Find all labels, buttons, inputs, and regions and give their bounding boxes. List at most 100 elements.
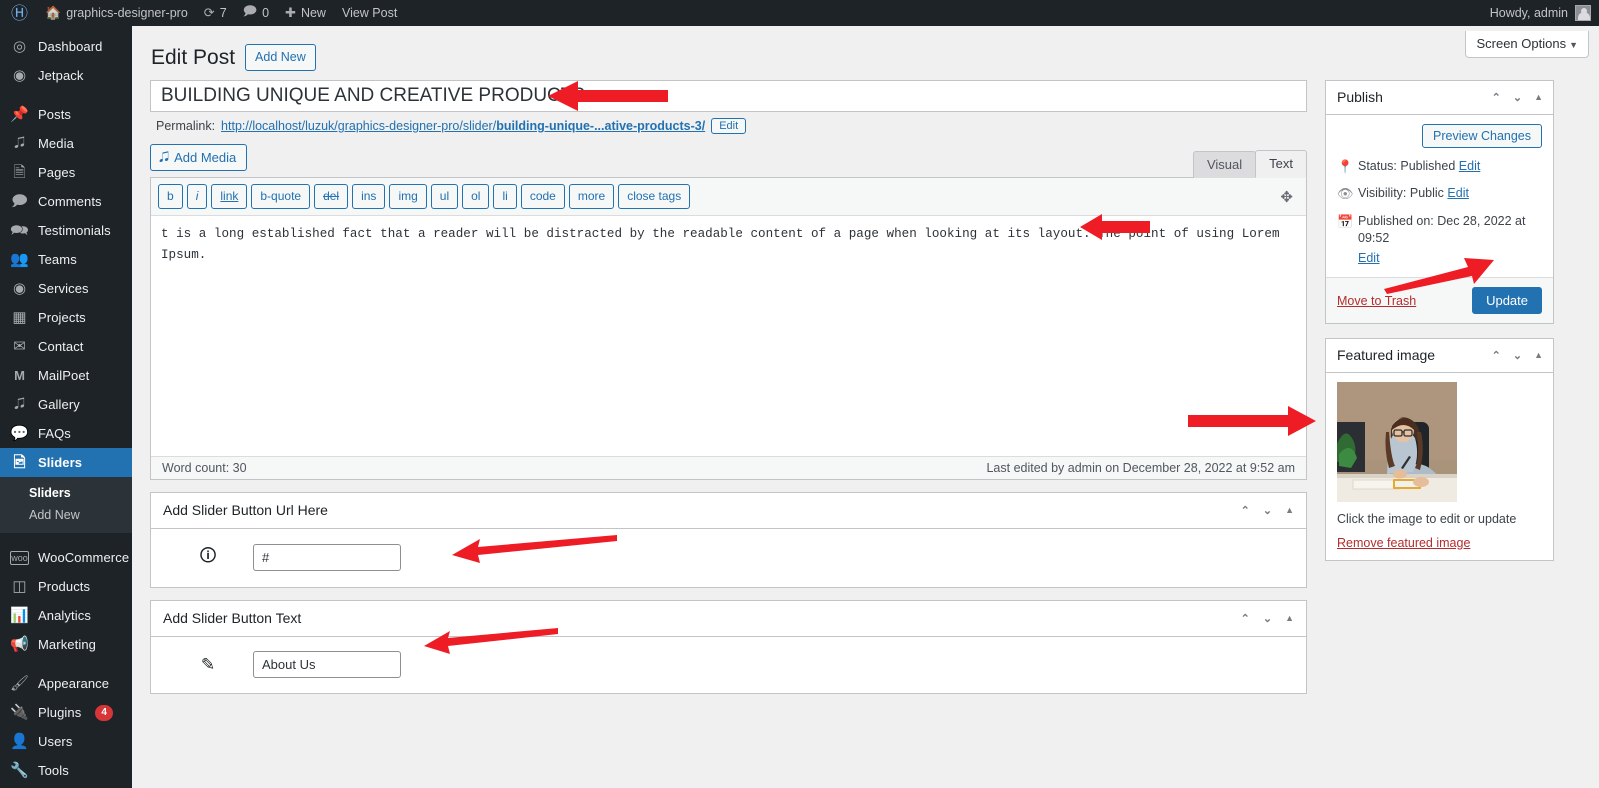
toggle-panel-icon[interactable]: ▲ bbox=[1285, 505, 1294, 515]
admin-bar-right: Howdy, admin bbox=[1482, 0, 1599, 26]
sidebar-item-tools[interactable]: 🔧 Tools bbox=[0, 756, 132, 785]
qtag-ins[interactable]: ins bbox=[352, 184, 386, 210]
sidebar-item-sliders[interactable]: 🖻 Sliders bbox=[0, 448, 132, 477]
move-down-icon[interactable]: ⌄ bbox=[1263, 504, 1272, 517]
sidebar-item-analytics[interactable]: 📊 Analytics bbox=[0, 601, 132, 630]
tab-text[interactable]: Text bbox=[1255, 150, 1307, 179]
move-down-icon[interactable]: ⌄ bbox=[1513, 349, 1522, 362]
permalink-link[interactable]: http://localhost/luzuk/graphics-designer… bbox=[221, 119, 705, 133]
edit-permalink-button[interactable]: Edit bbox=[711, 118, 747, 135]
toggle-panel-icon[interactable]: ▲ bbox=[1534, 350, 1543, 360]
sidebar-item-label: Plugins bbox=[38, 705, 82, 720]
visibility-line: 👁 Visibility: Public Edit bbox=[1337, 185, 1542, 203]
sidebar-item-woocommerce[interactable]: woo WooCommerce bbox=[0, 543, 132, 572]
post-title-input[interactable] bbox=[151, 81, 1306, 112]
qtag-li[interactable]: li bbox=[493, 184, 517, 210]
qtag-b-quote[interactable]: b-quote bbox=[251, 184, 311, 210]
teams-icon: 👥 bbox=[10, 251, 29, 268]
sidebar-item-label: Testimonials bbox=[38, 223, 111, 238]
update-button[interactable]: Update bbox=[1472, 287, 1542, 315]
qtag-img[interactable]: img bbox=[389, 184, 427, 210]
add-media-button[interactable]: 🎜 Add Media bbox=[150, 144, 248, 172]
published-on-label: Published on: Dec 28, 2022 at 09:52 bbox=[1358, 213, 1526, 246]
move-up-icon[interactable]: ⌃ bbox=[1241, 504, 1250, 517]
metabox-body: 🛈 bbox=[151, 529, 1306, 587]
move-to-trash-link[interactable]: Move to Trash bbox=[1337, 294, 1416, 308]
sidebar-item-testimonials[interactable]: 🗪 Testimonials bbox=[0, 216, 132, 245]
permalink-prefix: http://localhost/luzuk/graphics-designer… bbox=[221, 119, 497, 134]
comments-count: 0 bbox=[262, 6, 270, 20]
edit-visibility-link[interactable]: Edit bbox=[1447, 186, 1469, 200]
media-icon: 🎜 bbox=[14, 135, 25, 152]
sidebar-item-label: Gallery bbox=[38, 397, 80, 412]
sidebar-item-posts[interactable]: 📌 Posts bbox=[0, 100, 132, 129]
preview-changes-button[interactable]: Preview Changes bbox=[1422, 124, 1542, 149]
pencil-icon: ✎ bbox=[200, 654, 216, 674]
sidebar-item-jetpack[interactable]: ◉ Jetpack bbox=[0, 61, 132, 90]
sidebar-item-dashboard[interactable]: ◎ Dashboard bbox=[0, 32, 132, 61]
qtag-link[interactable]: link bbox=[211, 184, 248, 210]
menu-separator bbox=[0, 90, 132, 100]
submenu-item-add-new[interactable]: Add New bbox=[0, 504, 132, 526]
submenu-item-sliders[interactable]: Sliders bbox=[0, 482, 132, 504]
move-up-icon[interactable]: ⌃ bbox=[1492, 349, 1501, 362]
sidebar-item-media[interactable]: 🎜 Media bbox=[0, 129, 132, 158]
post-content-textarea[interactable]: t is a long established fact that a read… bbox=[151, 216, 1306, 454]
add-media-label: Add Media bbox=[174, 150, 237, 166]
qtag-b[interactable]: b bbox=[158, 184, 183, 210]
remove-featured-image-link[interactable]: Remove featured image bbox=[1337, 536, 1470, 550]
my-account-link[interactable]: Howdy, admin bbox=[1482, 0, 1568, 26]
publish-box-footer: Move to Trash Update bbox=[1326, 277, 1553, 324]
sidebar-item-label: Posts bbox=[38, 107, 72, 122]
eye-icon: 👁 bbox=[1337, 186, 1354, 202]
add-new-button[interactable]: Add New bbox=[245, 44, 316, 72]
sidebar-item-contact[interactable]: ✉ Contact bbox=[0, 332, 132, 361]
sidebar-item-faqs[interactable]: 💬 FAQs bbox=[0, 419, 132, 448]
sidebar-item-pages[interactable]: 🗎 Pages bbox=[0, 158, 132, 187]
new-content-link[interactable]: ✚ New bbox=[277, 0, 334, 26]
sidebar-item-plugins[interactable]: 🔌 Plugins 4 bbox=[0, 698, 132, 727]
move-up-icon[interactable]: ⌃ bbox=[1241, 612, 1250, 625]
site-name-link[interactable]: 🏠 graphics-designer-pro bbox=[37, 0, 196, 26]
sidebar-item-projects[interactable]: ▦ Projects bbox=[0, 303, 132, 332]
screen-options-toggle[interactable]: Screen Options ▼ bbox=[1465, 31, 1589, 58]
sidebar-item-teams[interactable]: 👥 Teams bbox=[0, 245, 132, 274]
sidebar-item-gallery[interactable]: 🎜 Gallery bbox=[0, 390, 132, 419]
sidebar-item-users[interactable]: 👤 Users bbox=[0, 727, 132, 756]
edit-published-date-link[interactable]: Edit bbox=[1358, 250, 1380, 268]
sidebar-item-marketing[interactable]: 📢 Marketing bbox=[0, 630, 132, 659]
tab-visual[interactable]: Visual bbox=[1192, 151, 1257, 179]
sidebar-item-label: Jetpack bbox=[38, 68, 84, 83]
sidebar-item-mailpoet[interactable]: M MailPoet bbox=[0, 361, 132, 390]
move-down-icon[interactable]: ⌄ bbox=[1263, 612, 1272, 625]
sidebar-item-comments[interactable]: 🗩 Comments bbox=[0, 187, 132, 216]
qtag-i[interactable]: i bbox=[186, 184, 208, 210]
qtag-close-tags[interactable]: close tags bbox=[618, 184, 691, 210]
wordpress-logo-icon[interactable]: Ⓗ bbox=[0, 0, 37, 26]
qtag-code[interactable]: code bbox=[520, 184, 565, 210]
slider-button-url-input[interactable] bbox=[253, 544, 401, 572]
status-line: 📍 Status: Published Edit bbox=[1337, 158, 1542, 176]
qtag-ul[interactable]: ul bbox=[430, 184, 459, 210]
view-post-link[interactable]: View Post bbox=[334, 0, 405, 26]
qtag-ol[interactable]: ol bbox=[462, 184, 490, 210]
updates-refresh-icon: ⟳ bbox=[203, 5, 215, 20]
sidebar-item-services[interactable]: ◉ Services bbox=[0, 274, 132, 303]
sidebar-item-appearance[interactable]: 🖌 Appearance bbox=[0, 669, 132, 698]
updates-link[interactable]: ⟳ 7 bbox=[196, 0, 235, 26]
featured-image-title: Featured image bbox=[1337, 347, 1436, 364]
qtag-more[interactable]: more bbox=[568, 184, 615, 210]
qtag-del[interactable]: del bbox=[314, 184, 349, 210]
move-down-icon[interactable]: ⌄ bbox=[1513, 91, 1522, 104]
toggle-panel-icon[interactable]: ▲ bbox=[1285, 613, 1294, 623]
featured-image-thumbnail[interactable] bbox=[1337, 382, 1457, 503]
toggle-panel-icon[interactable]: ▲ bbox=[1534, 92, 1543, 102]
move-up-icon[interactable]: ⌃ bbox=[1492, 91, 1501, 104]
slider-button-text-input[interactable] bbox=[253, 651, 401, 679]
sidebar-item-label: Users bbox=[38, 734, 73, 749]
edit-status-link[interactable]: Edit bbox=[1459, 159, 1481, 173]
pin-status-icon: 📍 bbox=[1337, 159, 1354, 175]
fullscreen-icon[interactable]: ✥ bbox=[1274, 188, 1299, 206]
comments-link[interactable]: 🗩 0 bbox=[235, 0, 277, 26]
sidebar-item-products[interactable]: ◫ Products bbox=[0, 572, 132, 601]
